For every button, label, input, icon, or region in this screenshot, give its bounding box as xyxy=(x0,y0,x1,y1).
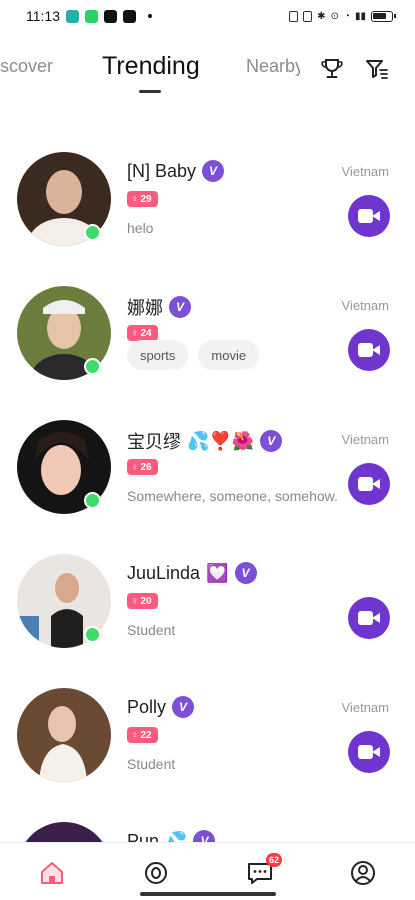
video-camera-icon xyxy=(358,343,380,357)
user-name: [N] Baby xyxy=(127,160,197,181)
nfc-icon xyxy=(289,10,299,22)
wifi-icon: ◔ xyxy=(343,10,350,22)
video-call-button[interactable] xyxy=(348,597,390,639)
user-name-line: [N] Baby V xyxy=(127,160,225,182)
user-name-line: Polly V xyxy=(127,696,195,718)
user-name: Polly xyxy=(127,696,167,717)
list-item[interactable]: 娜娜 V ♀ 24 Vietnam sports movie xyxy=(0,274,415,408)
unread-badge: 62 xyxy=(266,853,283,867)
filter-icon[interactable] xyxy=(364,56,390,82)
tab-discover[interactable]: scover xyxy=(0,56,53,77)
video-camera-icon xyxy=(358,611,380,625)
tab-trending[interactable]: Trending xyxy=(102,52,200,81)
tab-nearby[interactable]: Nearby xyxy=(246,56,300,77)
user-name-line: JuuLinda 💟 V xyxy=(127,562,257,584)
female-icon: ♀ xyxy=(131,595,139,607)
status-time: 11:13 xyxy=(26,8,60,24)
user-name-line: 宝贝缪 💦❣️🌺 V xyxy=(127,428,283,454)
online-status-dot xyxy=(84,626,101,643)
country-label: Vietnam xyxy=(341,164,389,179)
verified-badge-icon: V xyxy=(260,430,283,452)
age-value: 22 xyxy=(140,729,152,741)
age-value: 24 xyxy=(140,327,152,339)
trophy-icon[interactable] xyxy=(319,56,345,82)
list-item[interactable]: JuuLinda 💟 V ♀ 20 Student xyxy=(0,542,415,676)
signal-icon: ▮▮ xyxy=(354,10,366,22)
name-emoji: 💦❣️🌺 xyxy=(187,430,255,451)
watch-icon[interactable] xyxy=(142,859,170,887)
more-notifications-icon xyxy=(148,14,152,18)
user-name: 娜娜 xyxy=(127,298,163,318)
wechat-icon xyxy=(123,9,136,23)
verified-badge-icon: V xyxy=(172,696,195,718)
profile-icon[interactable] xyxy=(349,859,377,887)
active-tab-indicator xyxy=(139,90,161,93)
video-call-button[interactable] xyxy=(348,195,390,237)
age-badge: ♀ 22 xyxy=(127,727,158,743)
interest-tag[interactable]: sports xyxy=(127,340,189,370)
verified-badge-icon: V xyxy=(234,562,257,584)
avatar[interactable] xyxy=(17,688,111,782)
app-notification-icon xyxy=(66,9,79,23)
age-value: 29 xyxy=(140,193,152,205)
age-badge: ♀ 24 xyxy=(127,325,158,341)
home-indicator xyxy=(140,892,276,896)
video-camera-icon xyxy=(358,745,380,759)
age-value: 20 xyxy=(140,595,152,607)
user-name: JuuLinda xyxy=(127,562,201,583)
list-item[interactable]: Polly V ♀ 22 Vietnam Student xyxy=(0,676,415,810)
video-camera-icon xyxy=(358,209,380,223)
age-value: 26 xyxy=(140,461,152,473)
video-call-button[interactable] xyxy=(348,329,390,371)
list-item[interactable]: 宝贝缪 💦❣️🌺 V ♀ 26 Vietnam Somewhere, someon… xyxy=(0,408,415,542)
user-bio: Somewhere, someone, somehow. xyxy=(127,488,338,504)
video-call-button[interactable] xyxy=(348,463,390,505)
female-icon: ♀ xyxy=(131,461,139,473)
user-name-line: 娜娜 V xyxy=(127,294,191,320)
country-label: Vietnam xyxy=(341,700,389,715)
female-icon: ♀ xyxy=(131,193,139,205)
user-bio: Student xyxy=(127,622,176,638)
interest-tags: sports movie xyxy=(127,340,260,370)
user-bio: Student xyxy=(127,756,176,772)
video-camera-icon xyxy=(358,477,380,491)
whatsapp-icon xyxy=(85,9,98,23)
list-item[interactable]: [N] Baby V ♀ 29 Vietnam helo xyxy=(0,140,415,274)
verified-badge-icon: V xyxy=(202,160,225,182)
user-list: [N] Baby V ♀ 29 Vietnam helo 娜娜 V ♀ 24 Vie… xyxy=(0,140,415,900)
video-call-button[interactable] xyxy=(348,731,390,773)
home-icon[interactable] xyxy=(38,859,66,887)
online-status-dot xyxy=(84,492,101,509)
interest-tag[interactable]: movie xyxy=(198,340,260,370)
age-badge: ♀ 20 xyxy=(127,593,158,609)
age-badge: ♀ 26 xyxy=(127,459,158,475)
user-bio: helo xyxy=(127,220,154,236)
verified-badge-icon: V xyxy=(169,296,191,318)
status-bar: 11:13 ✱ ⊙ ◔ ▮▮ xyxy=(0,0,415,32)
female-icon: ♀ xyxy=(131,327,139,339)
user-name: 宝贝缪 xyxy=(127,432,181,452)
vibrate-icon xyxy=(303,10,313,22)
top-tabs: scover Trending Nearby xyxy=(0,46,415,98)
app-notification-icon xyxy=(104,9,117,23)
online-status-dot xyxy=(84,358,101,375)
country-label: Vietnam xyxy=(341,298,389,313)
battery-icon xyxy=(371,10,396,22)
online-status-dot xyxy=(84,224,101,241)
female-icon: ♀ xyxy=(131,729,139,741)
location-icon: ⊙ xyxy=(330,10,339,22)
age-badge: ♀ 29 xyxy=(127,191,158,207)
country-label: Vietnam xyxy=(341,432,389,447)
name-emoji: 💟 xyxy=(206,562,229,583)
bluetooth-icon: ✱ xyxy=(317,10,326,22)
